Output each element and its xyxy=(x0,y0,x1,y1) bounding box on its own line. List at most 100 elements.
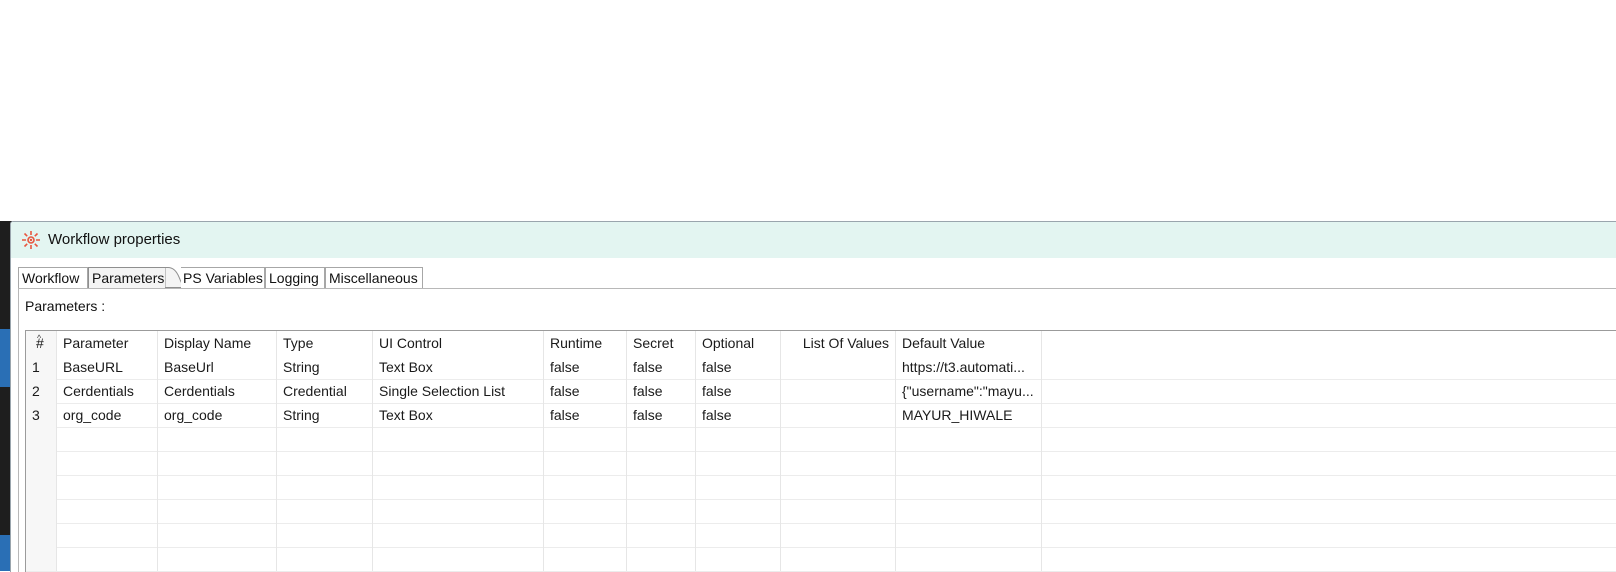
empty-cell[interactable] xyxy=(781,475,896,499)
empty-cell[interactable] xyxy=(627,475,696,499)
column-header-default-value[interactable]: Default Value xyxy=(896,331,1042,355)
empty-cell[interactable] xyxy=(896,427,1042,451)
empty-cell[interactable] xyxy=(158,451,277,475)
empty-cell[interactable] xyxy=(627,427,696,451)
cell-parameter[interactable]: org_code xyxy=(57,403,158,427)
empty-cell[interactable] xyxy=(781,451,896,475)
empty-cell[interactable] xyxy=(696,523,781,547)
empty-cell[interactable] xyxy=(544,451,627,475)
empty-cell[interactable] xyxy=(544,427,627,451)
empty-table-row[interactable] xyxy=(26,475,1616,500)
empty-cell[interactable] xyxy=(277,451,373,475)
empty-cell[interactable] xyxy=(627,451,696,475)
empty-cell[interactable] xyxy=(544,475,627,499)
cell-type[interactable]: String xyxy=(277,355,373,379)
empty-table-row[interactable] xyxy=(26,499,1616,524)
empty-cell[interactable] xyxy=(373,499,544,523)
table-row[interactable]: 1 BaseURL BaseUrl String Text Box false … xyxy=(26,355,1616,380)
column-header-runtime[interactable]: Runtime xyxy=(544,331,627,355)
empty-cell[interactable] xyxy=(373,427,544,451)
column-header-list-of-values[interactable]: List Of Values xyxy=(781,331,896,355)
tab-parameters[interactable]: Parameters xyxy=(88,267,166,288)
empty-cell[interactable] xyxy=(158,547,277,571)
empty-cell[interactable] xyxy=(57,523,158,547)
empty-cell[interactable] xyxy=(158,499,277,523)
empty-cell[interactable] xyxy=(781,427,896,451)
cell-parameter[interactable]: Cerdentials xyxy=(57,379,158,403)
empty-cell[interactable] xyxy=(373,475,544,499)
cell-default-value[interactable]: MAYUR_HIWALE xyxy=(896,403,1042,427)
cell-list-of-values[interactable] xyxy=(781,379,896,403)
empty-cell[interactable] xyxy=(781,523,896,547)
column-header-ui-control[interactable]: UI Control xyxy=(373,331,544,355)
empty-cell[interactable] xyxy=(277,499,373,523)
cell-ui-control[interactable]: Text Box xyxy=(373,403,544,427)
empty-table-row[interactable] xyxy=(26,523,1616,548)
column-header-display-name[interactable]: Display Name xyxy=(158,331,277,355)
empty-cell[interactable] xyxy=(627,499,696,523)
empty-cell[interactable] xyxy=(57,547,158,571)
cell-runtime[interactable]: false xyxy=(544,403,627,427)
empty-cell[interactable] xyxy=(896,547,1042,571)
empty-cell[interactable] xyxy=(57,499,158,523)
cell-display-name[interactable]: Cerdentials xyxy=(158,379,277,403)
cell-secret[interactable]: false xyxy=(627,403,696,427)
empty-cell[interactable] xyxy=(696,451,781,475)
cell-ui-control[interactable]: Text Box xyxy=(373,355,544,379)
cell-optional[interactable]: false xyxy=(696,355,781,379)
empty-cell[interactable] xyxy=(57,475,158,499)
cell-default-value[interactable]: https://t3.automati... xyxy=(896,355,1042,379)
empty-cell[interactable] xyxy=(544,523,627,547)
column-header-secret[interactable]: Secret xyxy=(627,331,696,355)
empty-cell[interactable] xyxy=(57,451,158,475)
cell-optional[interactable]: false xyxy=(696,379,781,403)
column-header-parameter[interactable]: Parameter xyxy=(57,331,158,355)
empty-table-row[interactable] xyxy=(26,451,1616,476)
cell-display-name[interactable]: BaseUrl xyxy=(158,355,277,379)
empty-cell[interactable] xyxy=(627,523,696,547)
empty-cell[interactable] xyxy=(277,427,373,451)
cell-type[interactable]: String xyxy=(277,403,373,427)
empty-table-row[interactable] xyxy=(26,547,1616,572)
cell-type[interactable]: Credential xyxy=(277,379,373,403)
empty-cell[interactable] xyxy=(158,523,277,547)
column-header-optional[interactable]: Optional xyxy=(696,331,781,355)
tab-logging[interactable]: Logging xyxy=(265,267,325,288)
cell-runtime[interactable]: false xyxy=(544,379,627,403)
empty-cell[interactable] xyxy=(373,523,544,547)
empty-cell[interactable] xyxy=(544,547,627,571)
empty-cell[interactable] xyxy=(896,523,1042,547)
empty-cell[interactable] xyxy=(57,427,158,451)
empty-cell[interactable] xyxy=(696,547,781,571)
empty-cell[interactable] xyxy=(158,427,277,451)
cell-parameter[interactable]: BaseURL xyxy=(57,355,158,379)
cell-list-of-values[interactable] xyxy=(781,355,896,379)
cell-secret[interactable]: false xyxy=(627,379,696,403)
tab-ps-variables[interactable]: PS Variables xyxy=(181,267,265,288)
empty-cell[interactable] xyxy=(277,547,373,571)
column-header-type[interactable]: Type xyxy=(277,331,373,355)
empty-cell[interactable] xyxy=(373,451,544,475)
empty-cell[interactable] xyxy=(277,475,373,499)
cell-secret[interactable]: false xyxy=(627,355,696,379)
empty-cell[interactable] xyxy=(896,475,1042,499)
cell-ui-control[interactable]: Single Selection List xyxy=(373,379,544,403)
empty-cell[interactable] xyxy=(696,499,781,523)
empty-table-row[interactable] xyxy=(26,427,1616,452)
cell-default-value[interactable]: {"username":"mayu... xyxy=(896,379,1042,403)
tab-miscellaneous[interactable]: Miscellaneous xyxy=(325,267,423,288)
empty-cell[interactable] xyxy=(373,547,544,571)
column-header-index[interactable]: ^ # xyxy=(26,331,57,355)
empty-cell[interactable] xyxy=(696,475,781,499)
empty-cell[interactable] xyxy=(544,499,627,523)
cell-optional[interactable]: false xyxy=(696,403,781,427)
table-row[interactable]: 2 Cerdentials Cerdentials Credential Sin… xyxy=(26,379,1616,404)
empty-cell[interactable] xyxy=(696,427,781,451)
empty-cell[interactable] xyxy=(627,547,696,571)
cell-list-of-values[interactable] xyxy=(781,403,896,427)
table-row[interactable]: 3 org_code org_code String Text Box fals… xyxy=(26,403,1616,428)
empty-cell[interactable] xyxy=(896,451,1042,475)
cell-display-name[interactable]: org_code xyxy=(158,403,277,427)
empty-cell[interactable] xyxy=(781,547,896,571)
empty-cell[interactable] xyxy=(277,523,373,547)
